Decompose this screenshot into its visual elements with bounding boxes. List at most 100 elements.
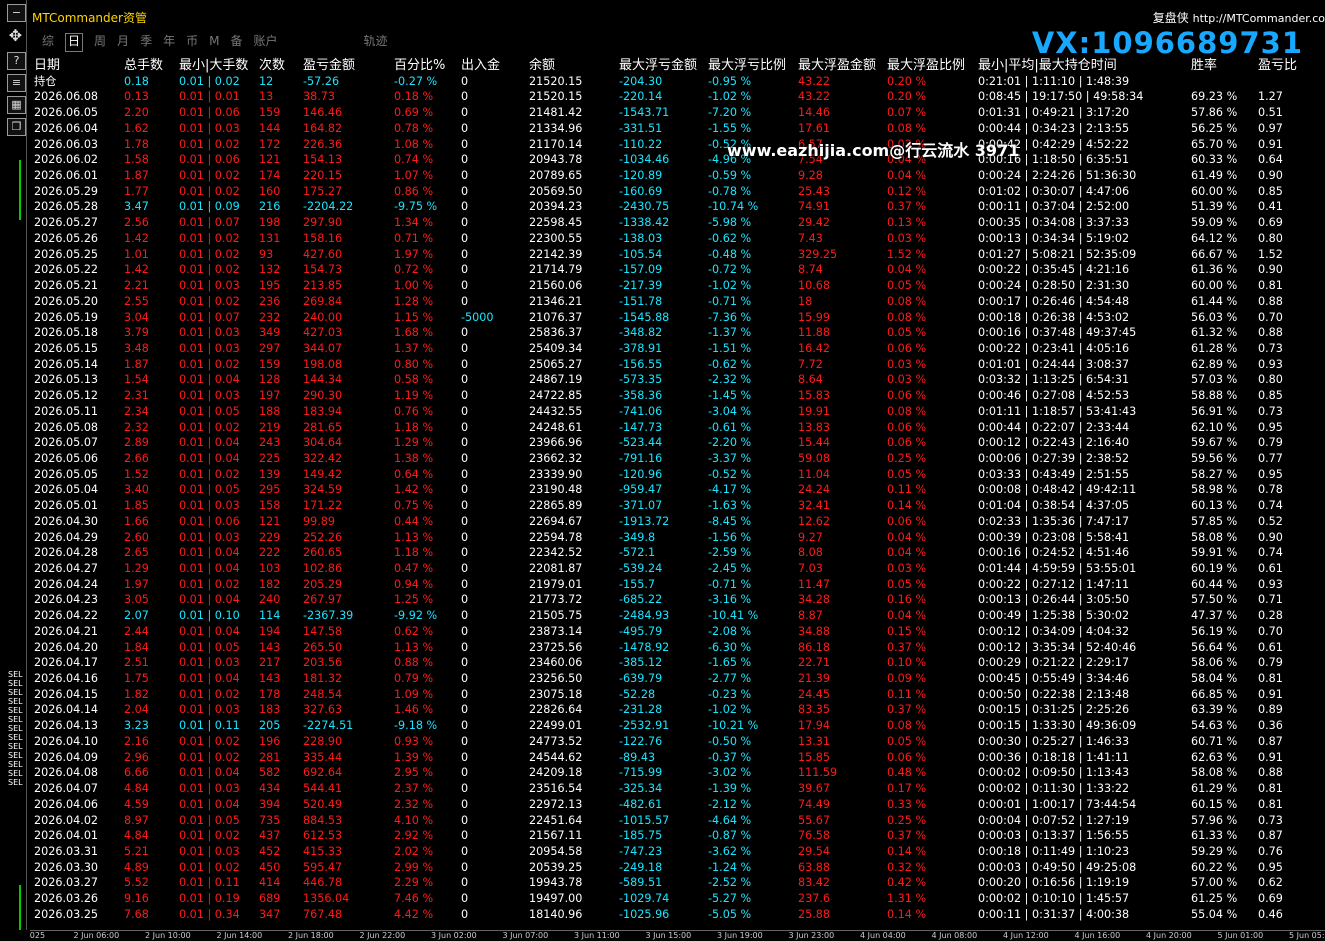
cell-max-float-loss: -385.12 xyxy=(619,656,663,670)
tab-6[interactable]: 币 xyxy=(186,34,198,52)
cell-min-max-lots: 0.01 | 0.04 xyxy=(179,766,240,780)
tab-5[interactable]: 年 xyxy=(163,34,175,52)
cell-max-float-loss-pct: -0.37 % xyxy=(708,750,752,764)
cell-flow: 0 xyxy=(461,577,469,591)
cell-max-float-loss: -160.69 xyxy=(619,184,663,198)
cell-max-float-loss: -589.51 xyxy=(619,876,663,890)
cell-win-rate: 60.71 % xyxy=(1191,734,1238,748)
cell-pl-ratio: 0.87 xyxy=(1258,829,1283,843)
minus-icon[interactable]: − xyxy=(7,4,26,22)
cell-win-rate: 60.15 % xyxy=(1191,797,1238,811)
cell-max-float-loss: -220.14 xyxy=(619,90,663,104)
cell-win-rate: 57.00 % xyxy=(1191,876,1238,890)
tab-9[interactable]: 账户 xyxy=(253,34,277,52)
cell-max-float-loss-pct: -7.36 % xyxy=(708,310,752,324)
cell-max-float-profit-pct: 0.04 % xyxy=(887,169,927,183)
cell-max-float-profit-pct: 0.08 % xyxy=(887,719,927,733)
cell-max-float-loss-pct: -1.56 % xyxy=(708,530,752,544)
site-url[interactable]: http://MTCommander.co xyxy=(1193,12,1325,25)
cell-date: 2026.05.08 xyxy=(34,420,99,434)
cell-max-float-loss-pct: -1.45 % xyxy=(708,389,752,403)
cell-max-float-profit: 76.58 xyxy=(798,829,831,843)
cell-pct: 0.74 % xyxy=(394,153,434,167)
cell-date: 2026.05.01 xyxy=(34,499,99,513)
cell-min-max-lots: 0.01 | 0.02 xyxy=(179,263,240,277)
move-icon[interactable]: ✥ xyxy=(7,28,24,44)
table-icon[interactable]: ▦ xyxy=(7,96,26,114)
cell-pnl: 盈亏金额 xyxy=(303,58,356,73)
cell-pl-ratio: 1.27 xyxy=(1258,90,1283,104)
cell-max-float-loss-pct: -5.98 % xyxy=(708,216,752,230)
cell-flow: 0 xyxy=(461,200,469,214)
cell-pct: 1.15 % xyxy=(394,310,434,324)
cell-pl-ratio: 0.85 xyxy=(1258,184,1283,198)
cell-max-float-profit-pct: 0.03 % xyxy=(887,357,927,371)
window-icon[interactable]: ❐ xyxy=(7,118,26,136)
tab-8[interactable]: 备 xyxy=(230,34,242,52)
cell-pnl: 213.85 xyxy=(303,279,343,293)
tab-10[interactable]: 轨迹 xyxy=(364,34,388,52)
cell-date: 2026.04.13 xyxy=(34,719,99,733)
cell-pnl: -2274.51 xyxy=(303,719,354,733)
cell-flow: 0 xyxy=(461,341,469,355)
cell-date: 2026.05.25 xyxy=(34,247,99,261)
tab-4[interactable]: 季 xyxy=(140,34,152,52)
cell-pl-ratio: 0.97 xyxy=(1258,121,1283,135)
cell-pct: -0.27 % xyxy=(394,74,438,88)
cell-pl-ratio: 0.79 xyxy=(1258,436,1283,450)
cell-total-lots: 1.29 xyxy=(124,562,149,575)
cell-max-float-loss-pct: -1.55 % xyxy=(708,121,752,135)
cell-max-float-loss-pct: -3.02 % xyxy=(708,766,752,780)
cell-max-float-loss-pct: -8.45 % xyxy=(708,514,752,528)
cell-max-float-profit: 13.83 xyxy=(798,420,831,434)
cell-max-float-loss: -523.44 xyxy=(619,436,663,450)
cell-date: 2026.03.25 xyxy=(34,907,99,921)
cell-min-max-lots: 0.01 | 0.04 xyxy=(179,593,240,607)
cell-pl-ratio: 0.62 xyxy=(1258,876,1283,890)
cell-hold-time: 0:01:27 | 5:08:21 | 52:35:09 xyxy=(978,247,1137,261)
cell-count: 689 xyxy=(259,892,281,906)
cell-date: 2026.06.03 xyxy=(34,137,99,151)
cell-pct: 0.58 % xyxy=(394,373,434,387)
cell-max-float-profit: 7.43 xyxy=(798,231,823,245)
tab-2[interactable]: 周 xyxy=(94,34,106,52)
cell-pnl: 297.90 xyxy=(303,216,343,230)
cell-max-float-profit-pct: 0.42 % xyxy=(887,876,927,890)
cell-flow: 0 xyxy=(461,231,469,245)
cell-hold-time: 0:00:29 | 0:21:22 | 2:29:17 xyxy=(978,656,1130,670)
cell-total-lots: 1.84 xyxy=(124,640,149,654)
cell-total-lots: 总手数 xyxy=(124,58,164,73)
cell-date: 日期 xyxy=(34,58,61,73)
cell-flow: 0 xyxy=(461,782,469,796)
list-icon[interactable]: ≡ xyxy=(7,74,26,92)
cell-pct: 1.19 % xyxy=(394,389,434,403)
cell-pnl: 154.73 xyxy=(303,263,343,277)
x-tick-label: 3 Jun 02:00 xyxy=(431,931,477,940)
cell-max-float-profit-pct: 0.14 % xyxy=(887,499,927,513)
cell-date: 2026.05.05 xyxy=(34,467,99,481)
cell-max-float-profit-pct: 0.05 % xyxy=(887,577,927,591)
cell-max-float-loss: -151.78 xyxy=(619,294,663,308)
cell-pnl: -57.26 xyxy=(303,74,340,88)
cell-max-float-loss-pct: -10.74 % xyxy=(708,200,759,214)
tab-3[interactable]: 月 xyxy=(117,34,129,52)
tab-7[interactable]: M xyxy=(209,34,219,52)
cell-total-lots: 1.42 xyxy=(124,231,149,245)
cell-max-float-profit-pct: 0.03 % xyxy=(887,231,927,245)
cell-count: 217 xyxy=(259,656,281,670)
question-icon[interactable]: ? xyxy=(7,52,26,70)
cell-count: 132 xyxy=(259,263,281,277)
cell-pl-ratio: 0.61 xyxy=(1258,640,1283,654)
cell-pl-ratio: 0.95 xyxy=(1258,467,1283,481)
cell-pct: 4.10 % xyxy=(394,813,434,827)
tab-0[interactable]: 综 xyxy=(42,34,54,52)
cell-min-max-lots: 0.01 | 0.04 xyxy=(179,546,240,560)
cell-balance: 23516.54 xyxy=(529,782,583,796)
cell-win-rate: 62.63 % xyxy=(1191,750,1238,764)
cell-hold-time: 0:00:02 | 0:09:50 | 1:13:43 xyxy=(978,766,1130,780)
cell-min-max-lots: 0.01 | 0.04 xyxy=(179,672,240,686)
cell-date: 2026.04.17 xyxy=(34,656,99,670)
tab-1[interactable]: 日 xyxy=(65,33,84,52)
cell-total-lots: 2.65 xyxy=(124,546,149,560)
cell-max-float-loss: -217.39 xyxy=(619,279,663,293)
